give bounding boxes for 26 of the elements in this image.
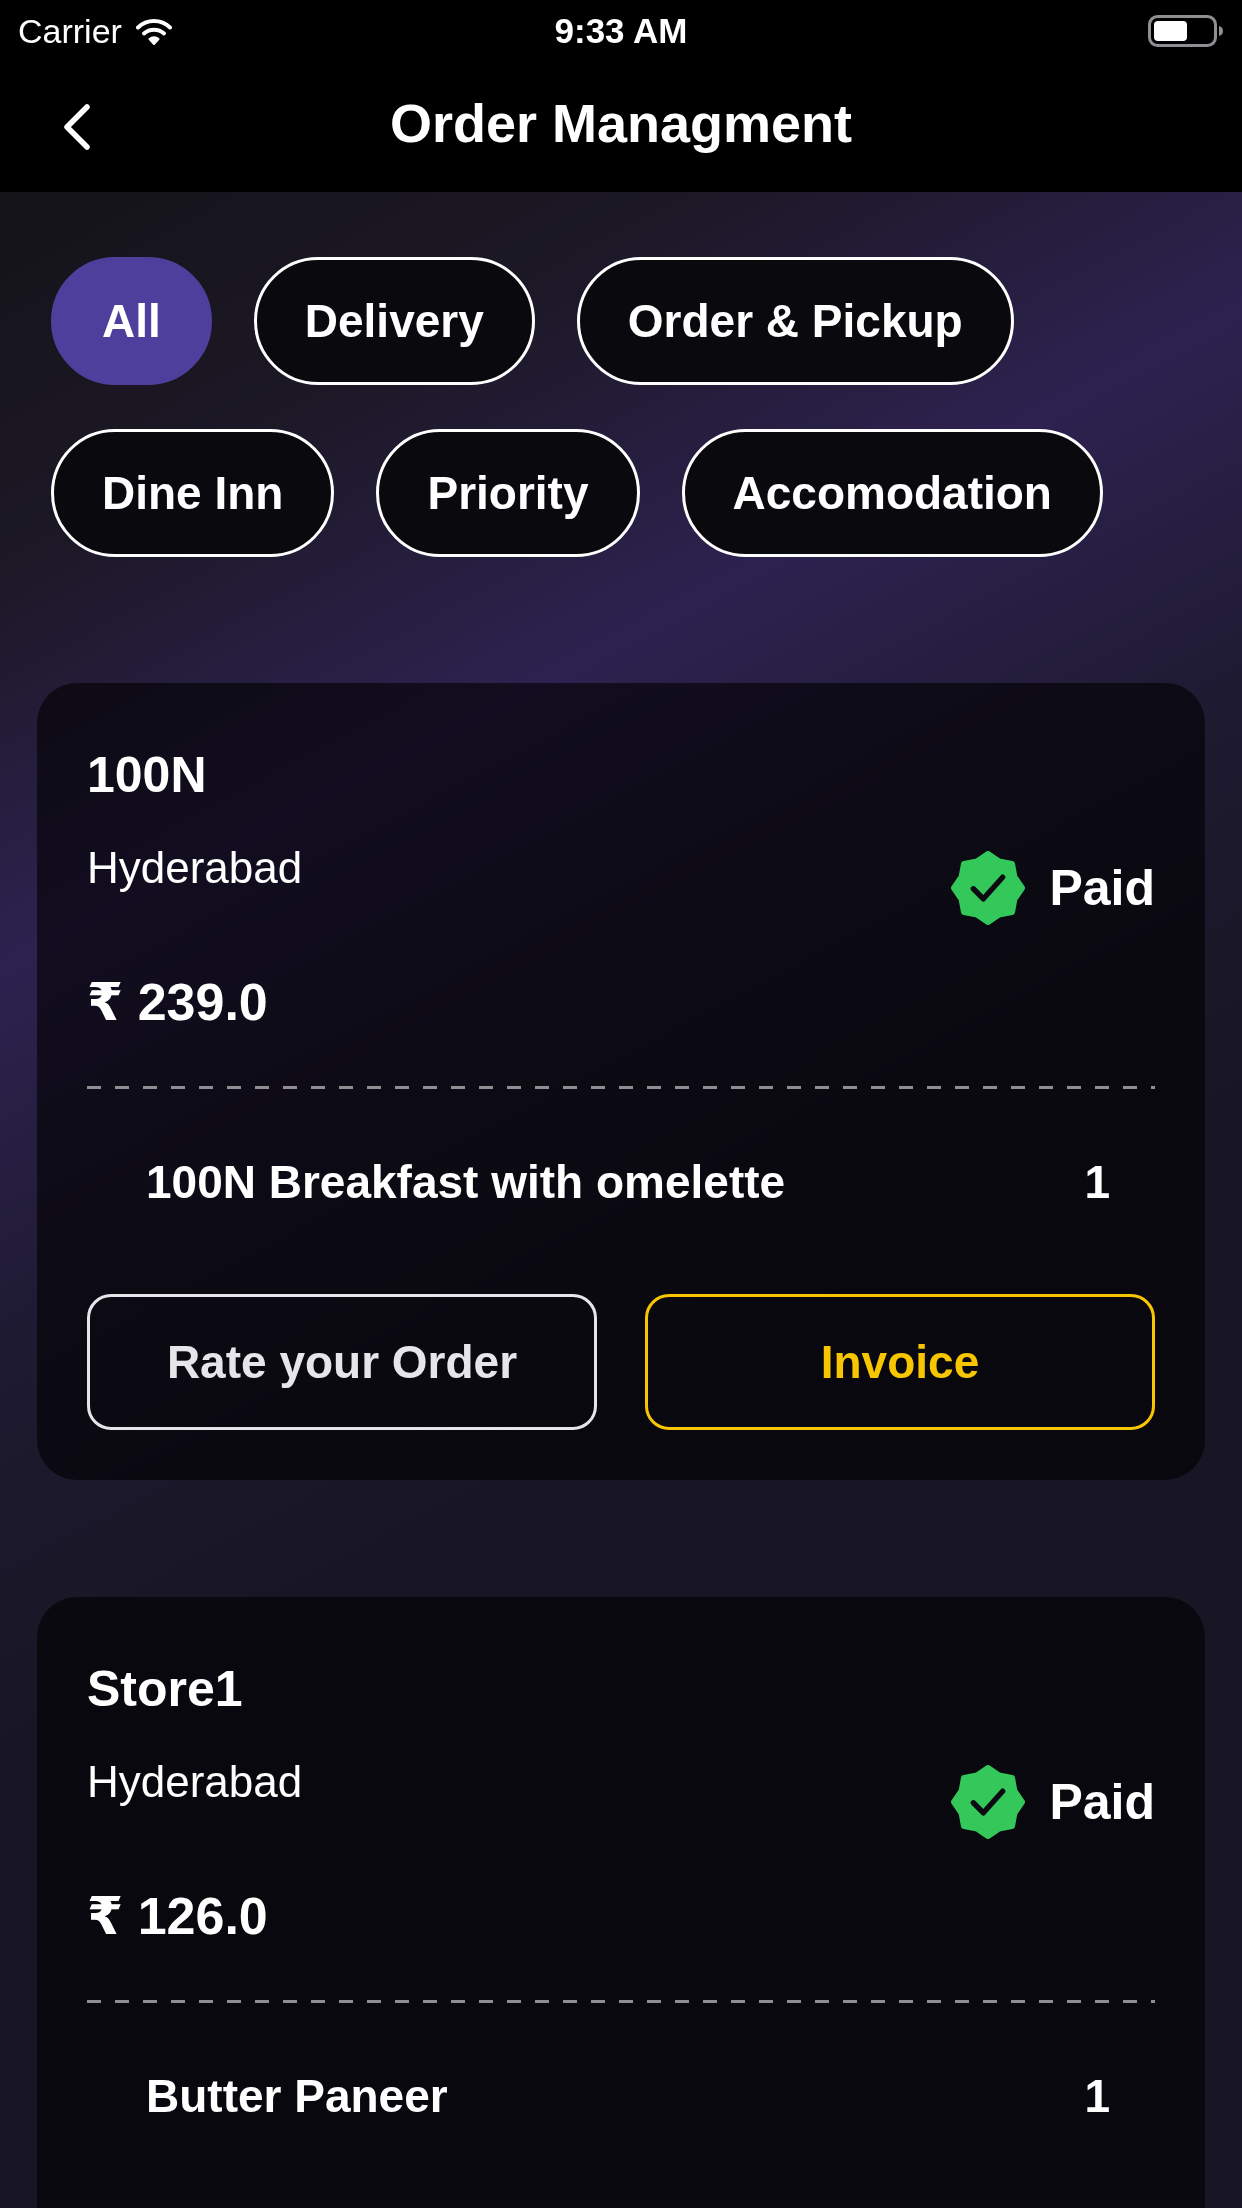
order-total: ₹ 239.0 [87,972,268,1033]
item-name: 100N Breakfast with omelette [146,1155,786,1210]
filter-chip[interactable]: Order & Pickup [576,257,1014,385]
filter-chip[interactable]: Priority [376,429,640,557]
order-total: ₹ 126.0 [87,1886,268,1947]
filter-chip[interactable]: Delivery [253,257,535,385]
filter-chip[interactable]: Dine Inn [51,429,335,557]
rate-order-button[interactable]: Rate your Order [87,1294,597,1430]
item-name: Butter Paneer [146,2069,448,2124]
payment-status: Paid [1049,1773,1155,1832]
status-time: 9:33 AM [554,9,688,52]
filter-chip[interactable]: Accomodation [681,429,1103,557]
item-quantity: 1 [1084,2069,1110,2124]
store-location: Hyderabad [87,842,303,894]
store-location: Hyderabad [87,1756,303,1808]
battery-icon [1148,15,1224,47]
page-title: Order Managment [389,91,853,155]
payment-status: Paid [1049,859,1155,918]
store-name: Store1 [87,1660,243,1719]
filter-chip[interactable]: All [51,257,212,385]
chevron-left-icon [62,103,92,151]
item-quantity: 1 [1084,1155,1110,1210]
store-name: 100N [87,746,207,805]
invoice-button[interactable]: Invoice [645,1294,1155,1430]
wifi-icon [135,17,172,45]
carrier-name: Carrier [18,10,122,52]
